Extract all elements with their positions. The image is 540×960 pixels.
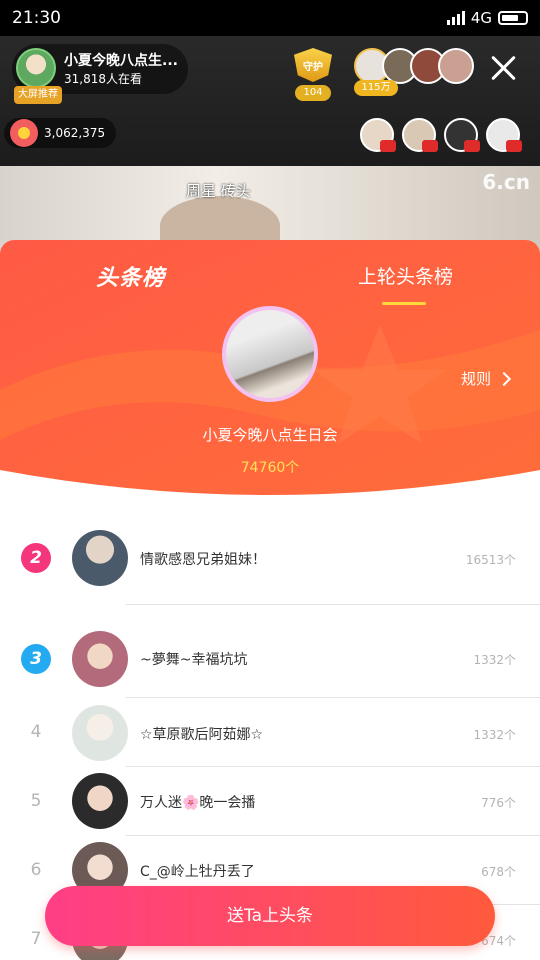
avatar[interactable]	[72, 705, 128, 761]
host-recommend-tag: 大屏推荐	[14, 86, 62, 104]
fans-count: 115万	[354, 80, 398, 96]
fan-avatar[interactable]	[444, 118, 480, 152]
list-item[interactable]: 2 情歌感恩兄弟姐妹！ 16513个	[0, 508, 540, 605]
rules-link[interactable]: 规则	[461, 368, 512, 389]
gift-count: 776个	[481, 796, 516, 810]
network-label: 4G	[470, 9, 492, 27]
rank-number: 6	[30, 860, 42, 880]
rank-number: 4	[30, 722, 42, 742]
status-icons: 4G	[446, 9, 528, 27]
coin-amount: 3,062,375	[44, 126, 106, 140]
rank-badge: 3	[21, 644, 51, 674]
rank-number: 7	[30, 929, 42, 949]
top-fans	[360, 118, 522, 152]
host-info[interactable]: 大屏推荐 小夏今晚八点生... 31,818人在看	[12, 44, 188, 104]
tab-previous-headline[interactable]: 上轮头条榜	[358, 262, 453, 289]
status-bar: 21:30 4G	[0, 0, 540, 36]
video-overlay-text: 周星 砖头	[186, 182, 251, 200]
battery-icon	[498, 11, 528, 25]
winner-name: 小夏今晚八点生日会	[202, 426, 338, 444]
headline-panel: 头条榜 上轮头条榜 规则 小夏今晚八点生日会 74760个 2 情歌感恩兄弟姐妹…	[0, 240, 540, 960]
clock: 21:30	[12, 8, 61, 28]
avatar[interactable]	[72, 631, 128, 687]
live-room-screen: 21:30 4G 大屏推荐 小夏今晚八点生... 31,818人在看 守护 10…	[0, 0, 540, 960]
tab-current-headline[interactable]: 头条榜	[96, 260, 165, 292]
chevron-right-icon	[496, 371, 512, 386]
fan-avatar[interactable]	[486, 118, 522, 152]
user-name: ~夢舞~幸福坑坑	[140, 652, 248, 668]
rank-number: 5	[30, 791, 42, 811]
user-name: 情歌感恩兄弟姐妹！	[140, 552, 266, 568]
guard-label: 守护	[303, 62, 323, 73]
rules-label: 规则	[461, 370, 492, 388]
user-name: ☆草原歌后阿茹娜☆	[140, 727, 264, 743]
fan-avatar[interactable]	[360, 118, 396, 152]
close-icon[interactable]	[486, 50, 522, 86]
gift-count: 1332个	[473, 653, 516, 667]
signal-icon	[446, 11, 465, 25]
list-item[interactable]: 4 ☆草原歌后阿茹娜☆ 1332个	[0, 698, 540, 767]
user-name: 万人迷🌸晚一会播	[140, 795, 256, 811]
guard-count: 104	[295, 85, 331, 101]
coin-counter[interactable]: 3,062,375	[4, 118, 116, 148]
winner-avatar[interactable]	[222, 306, 318, 402]
coin-icon	[10, 119, 38, 147]
live-header: 大屏推荐 小夏今晚八点生... 31,818人在看 守护 104 115万 3,…	[0, 36, 540, 166]
guard-badge[interactable]: 守护 104	[290, 48, 336, 101]
gift-count: 678个	[481, 865, 516, 879]
gift-count: 16513个	[465, 553, 516, 567]
avatar[interactable]	[72, 530, 128, 586]
fan-avatar[interactable]	[402, 118, 438, 152]
audience-avatar[interactable]	[438, 48, 474, 84]
user-name: C_@岭上牡丹丢了	[140, 864, 255, 880]
winner-count: 74760个	[240, 460, 300, 476]
host-avatar[interactable]	[16, 48, 56, 88]
watermark: 6.cn	[482, 170, 530, 194]
avatar[interactable]	[72, 773, 128, 829]
tab-indicator	[382, 302, 426, 305]
rank-badge: 2	[21, 543, 51, 573]
audience-avatars[interactable]	[354, 48, 474, 84]
viewer-count: 31,818人在看	[64, 72, 142, 86]
send-headline-button[interactable]: 送Ta上头条	[45, 886, 495, 946]
host-name: 小夏今晚八点生...	[64, 53, 178, 69]
list-item[interactable]: 3 ~夢舞~幸福坑坑 1332个	[0, 605, 540, 698]
gift-count: 1332个	[473, 728, 516, 742]
list-item[interactable]: 5 万人迷🌸晚一会播 776个	[0, 767, 540, 836]
